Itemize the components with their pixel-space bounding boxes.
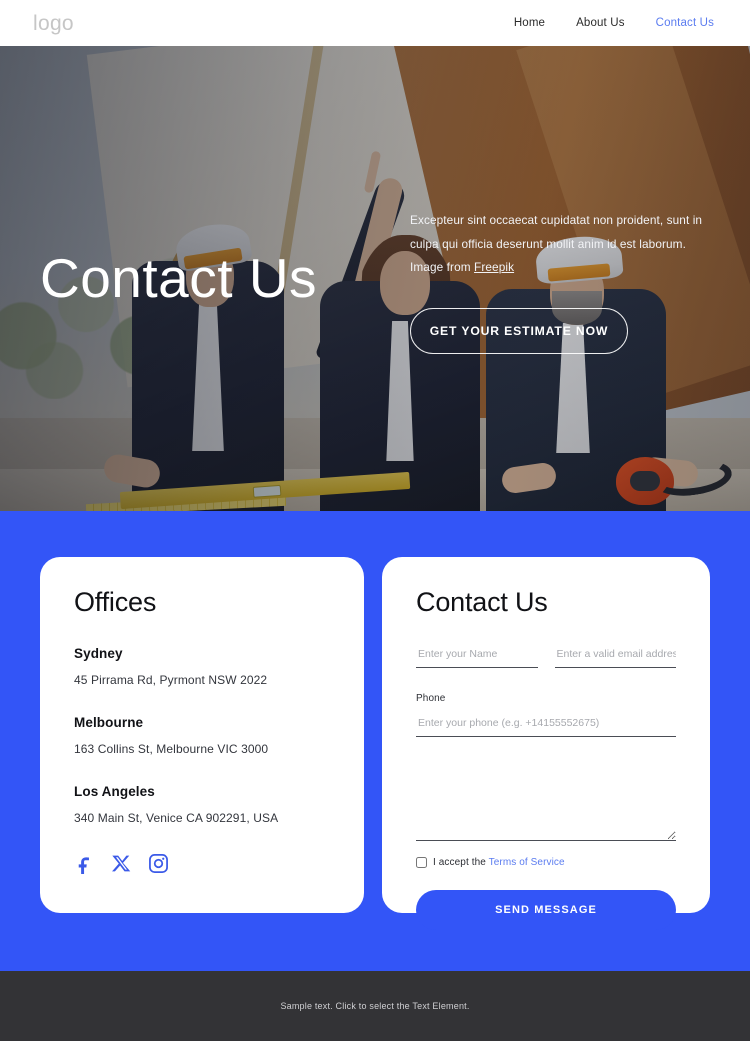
hero-title: Contact Us [40,246,318,309]
accept-terms-text: I accept the [433,857,489,868]
contact-section: Offices Sydney 45 Pirrama Rd, Pyrmont NS… [0,511,750,971]
contact-form-title: Contact Us [416,587,548,617]
site-header: logo Home About Us Contact Us [0,0,750,46]
get-estimate-button[interactable]: GET YOUR ESTIMATE NOW [410,307,628,354]
office-city: Melbourne [74,715,144,730]
site-logo[interactable]: logo [33,13,74,34]
phone-label: Phone [416,693,446,704]
email-field-wrapper [554,644,677,668]
office-entry: Sydney 45 Pirrama Rd, Pyrmont NSW 2022 [74,646,330,687]
offices-list: Sydney 45 Pirrama Rd, Pyrmont NSW 2022 M… [74,646,330,825]
contact-form: Phone I accept the Terms of Service SEND… [416,644,677,930]
email-input[interactable] [554,644,677,668]
send-message-button[interactable]: SEND MESSAGE [416,890,676,930]
name-input[interactable] [416,644,538,668]
x-twitter-icon[interactable] [111,853,132,874]
hero-left-column: Contact Us [40,246,410,309]
nav-item-about-us[interactable]: About Us [576,17,625,29]
accept-terms-checkbox[interactable] [416,857,428,868]
hero-paragraph: Excepteur sint occaecat cupidatat non pr… [410,209,710,280]
phone-field-wrapper: Phone [416,693,676,737]
nav-item-contact-us[interactable]: Contact Us [656,17,714,29]
nav-item-home[interactable]: Home [514,17,545,29]
instagram-icon[interactable] [148,853,169,874]
hero-section: Contact Us Excepteur sint occaecat cupid… [0,46,750,511]
office-city: Sydney [74,646,123,661]
contact-form-card: Contact Us Phone [382,557,710,930]
office-address: 163 Collins St, Melbourne VIC 3000 [74,742,269,756]
accept-terms-row: I accept the Terms of Service [416,857,676,868]
footer-text[interactable]: Sample text. Click to select the Text El… [280,1001,469,1011]
name-email-row [416,644,677,668]
message-field-wrapper [416,755,676,841]
office-entry: Melbourne 163 Collins St, Melbourne VIC … [74,715,330,756]
phone-input[interactable] [416,713,676,737]
hero-credit-prefix: Image from [410,260,475,275]
hero-content: Contact Us Excepteur sint occaecat cupid… [0,46,750,511]
office-city: Los Angeles [74,784,155,799]
hero-paragraph-text: Excepteur sint occaecat cupidatat non pr… [410,213,703,251]
page-root: logo Home About Us Contact Us Contact Us… [0,0,750,1041]
message-textarea[interactable] [416,755,676,841]
terms-of-service-link[interactable]: Terms of Service [489,857,565,868]
offices-title: Offices [74,587,157,617]
hero-credit-link[interactable]: Freepik [474,260,514,274]
social-links [74,853,330,874]
accept-terms-label: I accept the Terms of Service [433,857,565,868]
name-field-wrapper [416,644,538,668]
offices-card: Offices Sydney 45 Pirrama Rd, Pyrmont NS… [40,557,365,913]
main-navigation: Home About Us Contact Us [514,17,714,29]
office-entry: Los Angeles 340 Main St, Venice CA 90229… [74,784,330,825]
facebook-icon[interactable] [74,853,95,874]
office-address: 340 Main St, Venice CA 902291, USA [74,811,279,825]
hero-right-column: Excepteur sint occaecat cupidatat non pr… [410,203,710,354]
site-footer: Sample text. Click to select the Text El… [0,971,750,1041]
office-address: 45 Pirrama Rd, Pyrmont NSW 2022 [74,673,268,687]
